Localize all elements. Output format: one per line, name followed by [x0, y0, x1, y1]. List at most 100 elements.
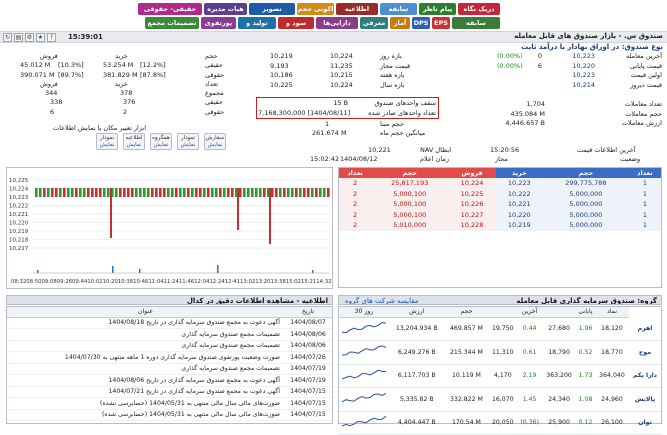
group-cell-lp: 1.45 [517, 387, 543, 412]
settings-icon[interactable]: ⚙ [25, 33, 34, 42]
notice-title[interactable]: آگهی دعوت به مجمع صندوق سرمایه گذاری در … [7, 374, 284, 387]
tab-top-5[interactable]: تصویر معاملات [249, 3, 295, 25]
tab-top-6[interactable]: هیات مدیره [204, 3, 247, 15]
group-row[interactable]: 4,404.447 B 170.54 M 20,050 (0.36) 25,900 0.1… [339, 411, 661, 435]
nav-nav-label: NAV ابطال [420, 146, 452, 154]
notice-title[interactable]: صورت‌های مالی سال مالی منتهی به 1404/05/… [7, 409, 284, 421]
sparkline-chart [341, 321, 387, 333]
notice-row[interactable]: آگهی دعوت به مجمع صندوق سرمایه گذاری در … [7, 386, 332, 398]
group-cell-cp: 1.96 [576, 317, 595, 341]
chart-candle [279, 188, 282, 197]
group-cell-cp: 0.12 [576, 411, 595, 435]
notices-title: اطلاعیه - مشاهده اطلاعات دقیق در کدال [6, 295, 333, 305]
tab-bottom-2[interactable]: DPS [412, 17, 430, 29]
tab-bottom-3[interactable]: آمار [390, 17, 410, 29]
group-cell-val: 170.54 M [444, 411, 489, 435]
group-cell-name[interactable]: پالایش [629, 387, 661, 412]
notice-title[interactable]: تصمیمات مجمع صندوق سرمایه گذاری [7, 328, 284, 341]
chart-candle [119, 188, 122, 197]
notice-title[interactable]: آگهی دعوت به مجمع صندوق سرمایه گذاری در … [7, 386, 284, 398]
tab-bottom-0[interactable]: سابقه اطلاعات [452, 17, 500, 39]
tab-top-0[interactable]: دریک نگاه [458, 3, 500, 15]
chart-candle [183, 188, 186, 197]
group-cell-vol: 20,050 [488, 411, 518, 435]
orderbook-header: حجم [371, 168, 449, 178]
group-cell-name[interactable]: دارا یکم [629, 364, 661, 388]
chart-y-tick: 10,222 [9, 204, 28, 210]
chart-y-tick: 10,225 [9, 178, 29, 184]
tab-top-3[interactable]: اطلاعیه [336, 3, 378, 15]
notice-title[interactable]: صورت‌های مالی سال مالی منتهی به 1404/05/… [7, 397, 284, 410]
group-row[interactable]: 6,117.703 B 10.119 M 4,170 2.19 363,200 1.73 3… [339, 364, 661, 388]
chart-candle [299, 188, 302, 197]
fund-unit-label: تعداد واحدهای صادر شده [368, 108, 436, 117]
tab-top-2[interactable]: سابقه [380, 3, 417, 15]
notice-row[interactable]: صورت‌های مالی سال مالی منتهی به 1404/05/… [7, 409, 332, 421]
price-change: 0 [537, 52, 542, 60]
notice-row[interactable]: تصمیمات مجمع صندوق سرمایه گذاری 1404/08/0… [7, 340, 332, 352]
group-cell-cp: 0.52 [576, 340, 595, 365]
chart-y-tick: 10,218 [9, 238, 29, 244]
nav-nav-time: 15:02:42 [310, 155, 340, 163]
group-cell-name[interactable]: موج [629, 340, 661, 365]
mini-button-2[interactable]: همگروه نمایش [150, 133, 172, 150]
tab-bottom-9[interactable]: تصمیمات مجمع [145, 17, 199, 29]
notice-row[interactable]: صورت وضعیت پورتفوی صندوق سرمایه گذاری دو… [7, 351, 332, 364]
range-max: 10,224 [330, 80, 353, 89]
notice-title[interactable]: تصمیمات مجمع صندوق سرمایه گذاری [7, 363, 284, 375]
chart-y-tick: 10,217 [9, 246, 29, 252]
group-row[interactable]: 5,335.82 B 332.822 M 16,070 1.45 24,340 1.08 2… [339, 387, 661, 412]
notice-title[interactable]: آگهی دعوت به مجمع صندوق سرمایه گذاری در … [7, 317, 284, 329]
group-cell-close: 26,100 [594, 411, 630, 435]
tab-bottom-6[interactable]: سود و زیان [278, 17, 314, 39]
tab-bottom-7[interactable]: تولید و فروش [238, 17, 276, 39]
bs-count-header-kind: تعداد [205, 80, 219, 88]
notice-row[interactable]: آگهی دعوت به مجمع صندوق سرمایه گذاری در … [7, 317, 332, 329]
group-cell-lp: 2.19 [517, 364, 543, 388]
help-icon[interactable]: ? [47, 33, 56, 42]
chart-candle [203, 188, 206, 197]
tab-bottom-8[interactable]: پورتفوی [201, 17, 236, 29]
group-cell-cp: 1.73 [576, 364, 595, 388]
orderbook-cell-bp: 10,222 [495, 188, 543, 200]
mini-button-1[interactable]: اطلاعیه نمایش [123, 133, 145, 150]
tab-top-4[interactable]: اکوتی حجم [297, 3, 334, 15]
group-row[interactable]: 6,249.276 B 215.344 M 11,310 0.61 18,790 0.52… [339, 340, 661, 365]
mini-button-3[interactable]: نمودار نمایش [177, 133, 199, 150]
notice-title[interactable]: صورت وضعیت پورتفوی صندوق سرمایه گذاری دو… [7, 351, 284, 364]
notice-row[interactable]: صورت‌های مالی سال مالی منتهی به 1404/05/… [7, 397, 332, 410]
group-cell-lp: 0.61 [517, 340, 543, 365]
orderbook-cell-bv: 5,000,000 [542, 209, 629, 221]
group-row[interactable]: 13,204.934 B 469.857 M 19,750 0.44 27,680 1.9… [339, 317, 661, 341]
group-cell-close: 18,120 [594, 317, 630, 341]
tab-bottom-5[interactable]: دارایی‌ها [316, 17, 358, 29]
group-cell-cp: 1.08 [576, 387, 595, 412]
refresh-icon[interactable]: ↻ [3, 33, 12, 42]
trade-stat-value: 435.084 M [510, 109, 545, 118]
group-cell-name[interactable]: توان [629, 411, 661, 435]
group-cell-name[interactable]: اهرم [629, 317, 661, 341]
orderbook-cell-bp: 10,223 [495, 178, 543, 189]
chart-candle [163, 188, 166, 197]
notice-row[interactable]: آگهی دعوت به مجمع صندوق سرمایه گذاری در … [7, 374, 332, 387]
compare-link[interactable]: مقایسه شرکت های گروه [345, 296, 419, 304]
print-icon[interactable]: ▤ [14, 33, 23, 42]
fund-unit-value: 7,168,300,000 [1404/08/11] [258, 108, 351, 117]
mini-button-top: سفارش [205, 135, 225, 141]
mini-button-bottom: نمایش [180, 142, 196, 148]
trade-stat-label: حجم معاملات [625, 109, 662, 118]
tab-top-1[interactable]: پیام ناظر [419, 3, 456, 15]
notice-title[interactable]: تصمیمات مجمع صندوق سرمایه گذاری [7, 340, 284, 352]
chart-volume-bar [139, 269, 141, 273]
mini-button-4[interactable]: سفارش نمایش [204, 133, 226, 150]
notice-row[interactable]: تصمیمات مجمع صندوق سرمایه گذاری 1404/07/1… [7, 363, 332, 375]
mini-button-0[interactable]: نمودار نمایش [96, 133, 118, 150]
group-cell-vol: 4,170 [488, 364, 518, 388]
tab-bottom-4[interactable]: معرفی [360, 17, 388, 29]
star-icon[interactable]: ★ [36, 33, 45, 42]
notice-row[interactable]: تصمیمات مجمع صندوق سرمایه گذاری 1404/08/0… [7, 328, 332, 341]
clock-time: 15:39:01 [68, 33, 103, 41]
tab-top-7[interactable]: حقیقی- حقوقی [138, 3, 202, 15]
chart-candle [223, 188, 226, 197]
tab-bottom-1[interactable]: EPS [432, 17, 450, 29]
